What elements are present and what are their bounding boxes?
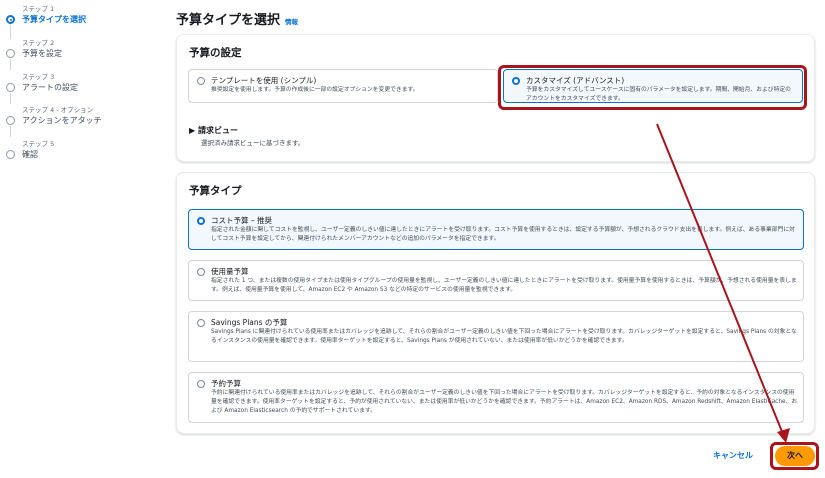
step-pending-icon bbox=[6, 150, 15, 159]
info-link[interactable]: 情報 bbox=[285, 18, 298, 26]
billing-view-expander[interactable]: ▶ 請求ビュー bbox=[189, 125, 238, 136]
step-number: ステップ 1 bbox=[22, 5, 55, 13]
step-label: アラートの設定 bbox=[22, 83, 78, 92]
option-template[interactable]: テンプレートを使用 (シンプル) 推奨設定を使用します。予算の作成後に一部の設定… bbox=[188, 69, 498, 103]
step-connector bbox=[10, 126, 11, 137]
budget-type-cost[interactable]: コスト予算 – 推奨 指定された金額に関してコストを監視し、ユーザー定義のしきい… bbox=[188, 209, 804, 250]
step-label: 予算タイプを選択 bbox=[22, 15, 86, 24]
budget-types-panel: 予算タイプ コスト予算 – 推奨 指定された金額に関してコストを監視し、ユーザー… bbox=[176, 172, 815, 434]
step-number: ステップ 3 bbox=[22, 73, 55, 81]
option-description: 予約に関連付けられている使用率またはカバレッジを追跡して、それらの割合がユーザー… bbox=[211, 390, 798, 414]
option-description: 指定された 1 つ、または複数の使用タイプまたは使用タイプグループの使用量を監視… bbox=[211, 278, 797, 293]
annotation-highlight-customize bbox=[498, 65, 807, 110]
step-current-icon bbox=[6, 15, 15, 24]
budget-type-usage[interactable]: 使用量予算 指定された 1 つ、または複数の使用タイプまたは使用タイプグループの… bbox=[188, 260, 804, 301]
cancel-button[interactable]: キャンセル bbox=[713, 450, 753, 461]
option-description: 推奨設定を使用します。予算の作成後に一部の設定オプションを変更できます。 bbox=[211, 87, 419, 93]
option-description: Savings Plans に関連付けられている使用率またはカバレッジを追跡して… bbox=[211, 329, 797, 344]
option-title: テンプレートを使用 (シンプル) bbox=[211, 76, 317, 85]
step-label: 予算を設定 bbox=[22, 49, 62, 58]
billing-view-label: 請求ビュー bbox=[197, 126, 238, 135]
step-connector bbox=[10, 25, 11, 39]
step-label: アクションをアタッチ bbox=[22, 116, 102, 125]
step-pending-icon bbox=[6, 116, 15, 125]
step-number: ステップ 4 - オプション bbox=[22, 106, 94, 114]
radio-unselected-icon[interactable] bbox=[197, 268, 205, 276]
page-title-text: 予算タイプを選択 bbox=[176, 13, 281, 28]
radio-selected-icon[interactable] bbox=[197, 217, 205, 225]
billing-view-description: 選択済み請求ビューに基づきます。 bbox=[201, 139, 305, 147]
option-title: 使用量予算 bbox=[211, 267, 249, 276]
step-connector bbox=[10, 59, 11, 70]
page-title: 予算タイプを選択 情報 bbox=[176, 9, 298, 28]
step-number: ステップ 2 bbox=[22, 39, 55, 47]
radio-unselected-icon[interactable] bbox=[197, 77, 205, 85]
step-number: ステップ 5 bbox=[22, 140, 55, 148]
step-label: 確認 bbox=[22, 150, 38, 159]
budget-type-savings-plans[interactable]: Savings Plans の予算 Savings Plans に関連付けられて… bbox=[188, 311, 804, 362]
option-title: Savings Plans の予算 bbox=[211, 318, 288, 327]
step-pending-icon bbox=[6, 49, 15, 58]
wizard-steps: ステップ 1 予算タイプを選択 ステップ 2 予算を設定 ステップ 3 アラート… bbox=[0, 0, 165, 478]
option-title: 予約予算 bbox=[211, 379, 241, 388]
step-connector bbox=[10, 93, 11, 104]
option-description: 指定された金額に関してコストを監視し、ユーザー定義のしきい値に達したときにアラー… bbox=[211, 227, 795, 242]
caret-right-icon: ▶ bbox=[189, 126, 196, 135]
annotation-highlight-next bbox=[770, 442, 819, 470]
radio-unselected-icon[interactable] bbox=[197, 319, 205, 327]
option-title: コスト予算 – 推奨 bbox=[211, 216, 273, 225]
budget-type-reservation[interactable]: 予約予算 予約に関連付けられている使用率またはカバレッジを追跡して、それらの割合… bbox=[188, 372, 804, 423]
radio-unselected-icon[interactable] bbox=[197, 380, 205, 388]
budget-setup-title: 予算の設定 bbox=[189, 47, 242, 59]
step-pending-icon bbox=[6, 83, 15, 92]
budget-types-title: 予算タイプ bbox=[189, 185, 242, 197]
